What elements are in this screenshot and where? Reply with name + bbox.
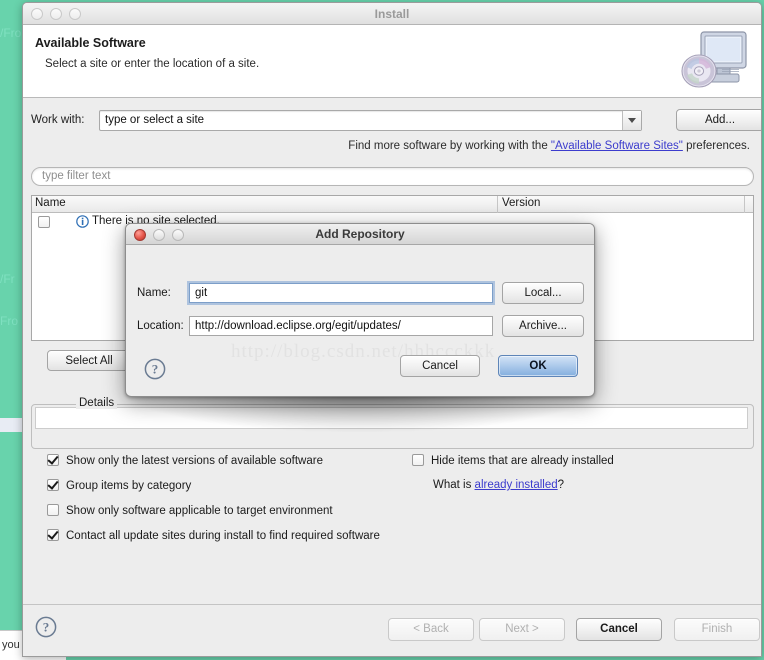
- help-question-icon[interactable]: ?: [35, 616, 57, 641]
- page-subtitle: Select a site or enter the location of a…: [45, 58, 260, 70]
- work-with-label: Work with:: [31, 114, 85, 126]
- close-icon[interactable]: [31, 8, 43, 20]
- cancel-button[interactable]: Cancel: [576, 618, 662, 641]
- table-header-row: Name Version: [32, 196, 753, 213]
- minimize-icon[interactable]: [50, 8, 62, 20]
- checkbox[interactable]: [412, 454, 424, 466]
- help-question-icon[interactable]: ?: [144, 358, 166, 383]
- maximize-icon[interactable]: [172, 229, 184, 241]
- checkbox[interactable]: [47, 504, 59, 516]
- name-input[interactable]: git: [189, 283, 493, 303]
- chevron-down-icon[interactable]: [622, 111, 641, 130]
- install-window-controls: [31, 8, 81, 20]
- option-label: Group items by category: [66, 480, 192, 492]
- background-text-fragment: Fro: [0, 314, 18, 328]
- svg-text:?: ?: [152, 362, 159, 377]
- monitor-with-disc-icon: [679, 29, 751, 94]
- available-sites-hint: Find more software by working with the "…: [348, 140, 750, 152]
- column-divider[interactable]: [497, 196, 498, 213]
- what-is-already-installed: What is already installed?: [433, 479, 564, 491]
- wizard-footer: ? < Back Next > Cancel Finish: [23, 604, 761, 656]
- name-label: Name:: [137, 287, 171, 299]
- background-text-fragment: /Fro: [0, 26, 22, 40]
- option-hide-already-installed[interactable]: Hide items that are already installed: [412, 454, 614, 467]
- hint-prefix: Find more software by working with the: [348, 140, 551, 152]
- page-title: Available Software: [35, 36, 146, 50]
- checkbox[interactable]: [47, 479, 59, 491]
- dialog-title: Add Repository: [315, 227, 405, 241]
- column-header-name[interactable]: Name: [35, 197, 66, 209]
- hint-suffix: preferences.: [682, 140, 750, 152]
- wizard-header: Available Software Select a site or ente…: [23, 25, 761, 98]
- minimize-icon[interactable]: [153, 229, 165, 241]
- details-group: Details: [31, 397, 754, 449]
- info-icon: [76, 215, 89, 231]
- finish-button[interactable]: Finish: [674, 618, 760, 641]
- svg-text:?: ?: [43, 620, 50, 635]
- work-with-combo[interactable]: type or select a site: [99, 110, 642, 131]
- desktop-background: /Fro /Fr Fro you Install Available Softw…: [0, 0, 764, 660]
- maximize-icon[interactable]: [69, 8, 81, 20]
- column-divider[interactable]: [744, 196, 745, 213]
- dialog-window-controls: [134, 229, 184, 241]
- dialog-body: http://blog.csdn.net/hhhccckkk Name: git…: [126, 245, 594, 396]
- install-titlebar[interactable]: Install: [23, 3, 761, 25]
- local-button[interactable]: Local...: [502, 282, 584, 304]
- window-title: Install: [374, 7, 410, 21]
- add-button[interactable]: Add...: [676, 109, 761, 131]
- add-repository-dialog: Add Repository http://blog.csdn.net/hhhc…: [125, 223, 595, 397]
- what-is-suffix: ?: [557, 479, 565, 491]
- row-checkbox[interactable]: [38, 216, 50, 228]
- option-label: Contact all update sites during install …: [66, 530, 380, 542]
- next-button[interactable]: Next >: [479, 618, 565, 641]
- archive-button[interactable]: Archive...: [502, 315, 584, 337]
- back-button[interactable]: < Back: [388, 618, 474, 641]
- option-label: Show only software applicable to target …: [66, 505, 333, 517]
- work-with-row: Work with: type or select a site Add...: [23, 109, 761, 132]
- column-header-version[interactable]: Version: [502, 197, 540, 209]
- location-input-value: http://download.eclipse.org/egit/updates…: [195, 320, 401, 332]
- option-contact-all-update-sites[interactable]: Contact all update sites during install …: [47, 529, 380, 542]
- background-bottom-text: you: [2, 639, 20, 651]
- option-show-latest-versions[interactable]: Show only the latest versions of availab…: [47, 454, 323, 467]
- already-installed-link[interactable]: already installed: [475, 479, 558, 491]
- option-group-by-category[interactable]: Group items by category: [47, 479, 191, 492]
- dialog-ok-button[interactable]: OK: [498, 355, 578, 377]
- what-is-prefix: What is: [433, 479, 475, 491]
- background-text-fragment: /Fr: [0, 272, 15, 286]
- option-label: Hide items that are already installed: [431, 455, 614, 467]
- filter-input[interactable]: type filter text: [31, 167, 754, 186]
- select-all-button[interactable]: Select All: [47, 350, 131, 371]
- location-input[interactable]: http://download.eclipse.org/egit/updates…: [189, 316, 493, 336]
- checkbox[interactable]: [47, 529, 59, 541]
- name-input-value: git: [195, 287, 208, 299]
- checkbox[interactable]: [47, 454, 59, 466]
- close-icon[interactable]: [134, 229, 146, 241]
- option-label: Show only the latest versions of availab…: [66, 455, 323, 467]
- work-with-value[interactable]: type or select a site: [105, 114, 204, 126]
- details-label: Details: [76, 397, 118, 409]
- details-text-area[interactable]: [35, 407, 748, 429]
- filter-placeholder: type filter text: [42, 170, 111, 182]
- background-window-edge: [0, 418, 24, 432]
- dialog-titlebar[interactable]: Add Repository: [126, 224, 594, 245]
- available-software-sites-link[interactable]: "Available Software Sites": [551, 140, 683, 152]
- location-label: Location:: [137, 320, 184, 332]
- dialog-cancel-button[interactable]: Cancel: [400, 355, 480, 377]
- option-applicable-to-target[interactable]: Show only software applicable to target …: [47, 504, 333, 517]
